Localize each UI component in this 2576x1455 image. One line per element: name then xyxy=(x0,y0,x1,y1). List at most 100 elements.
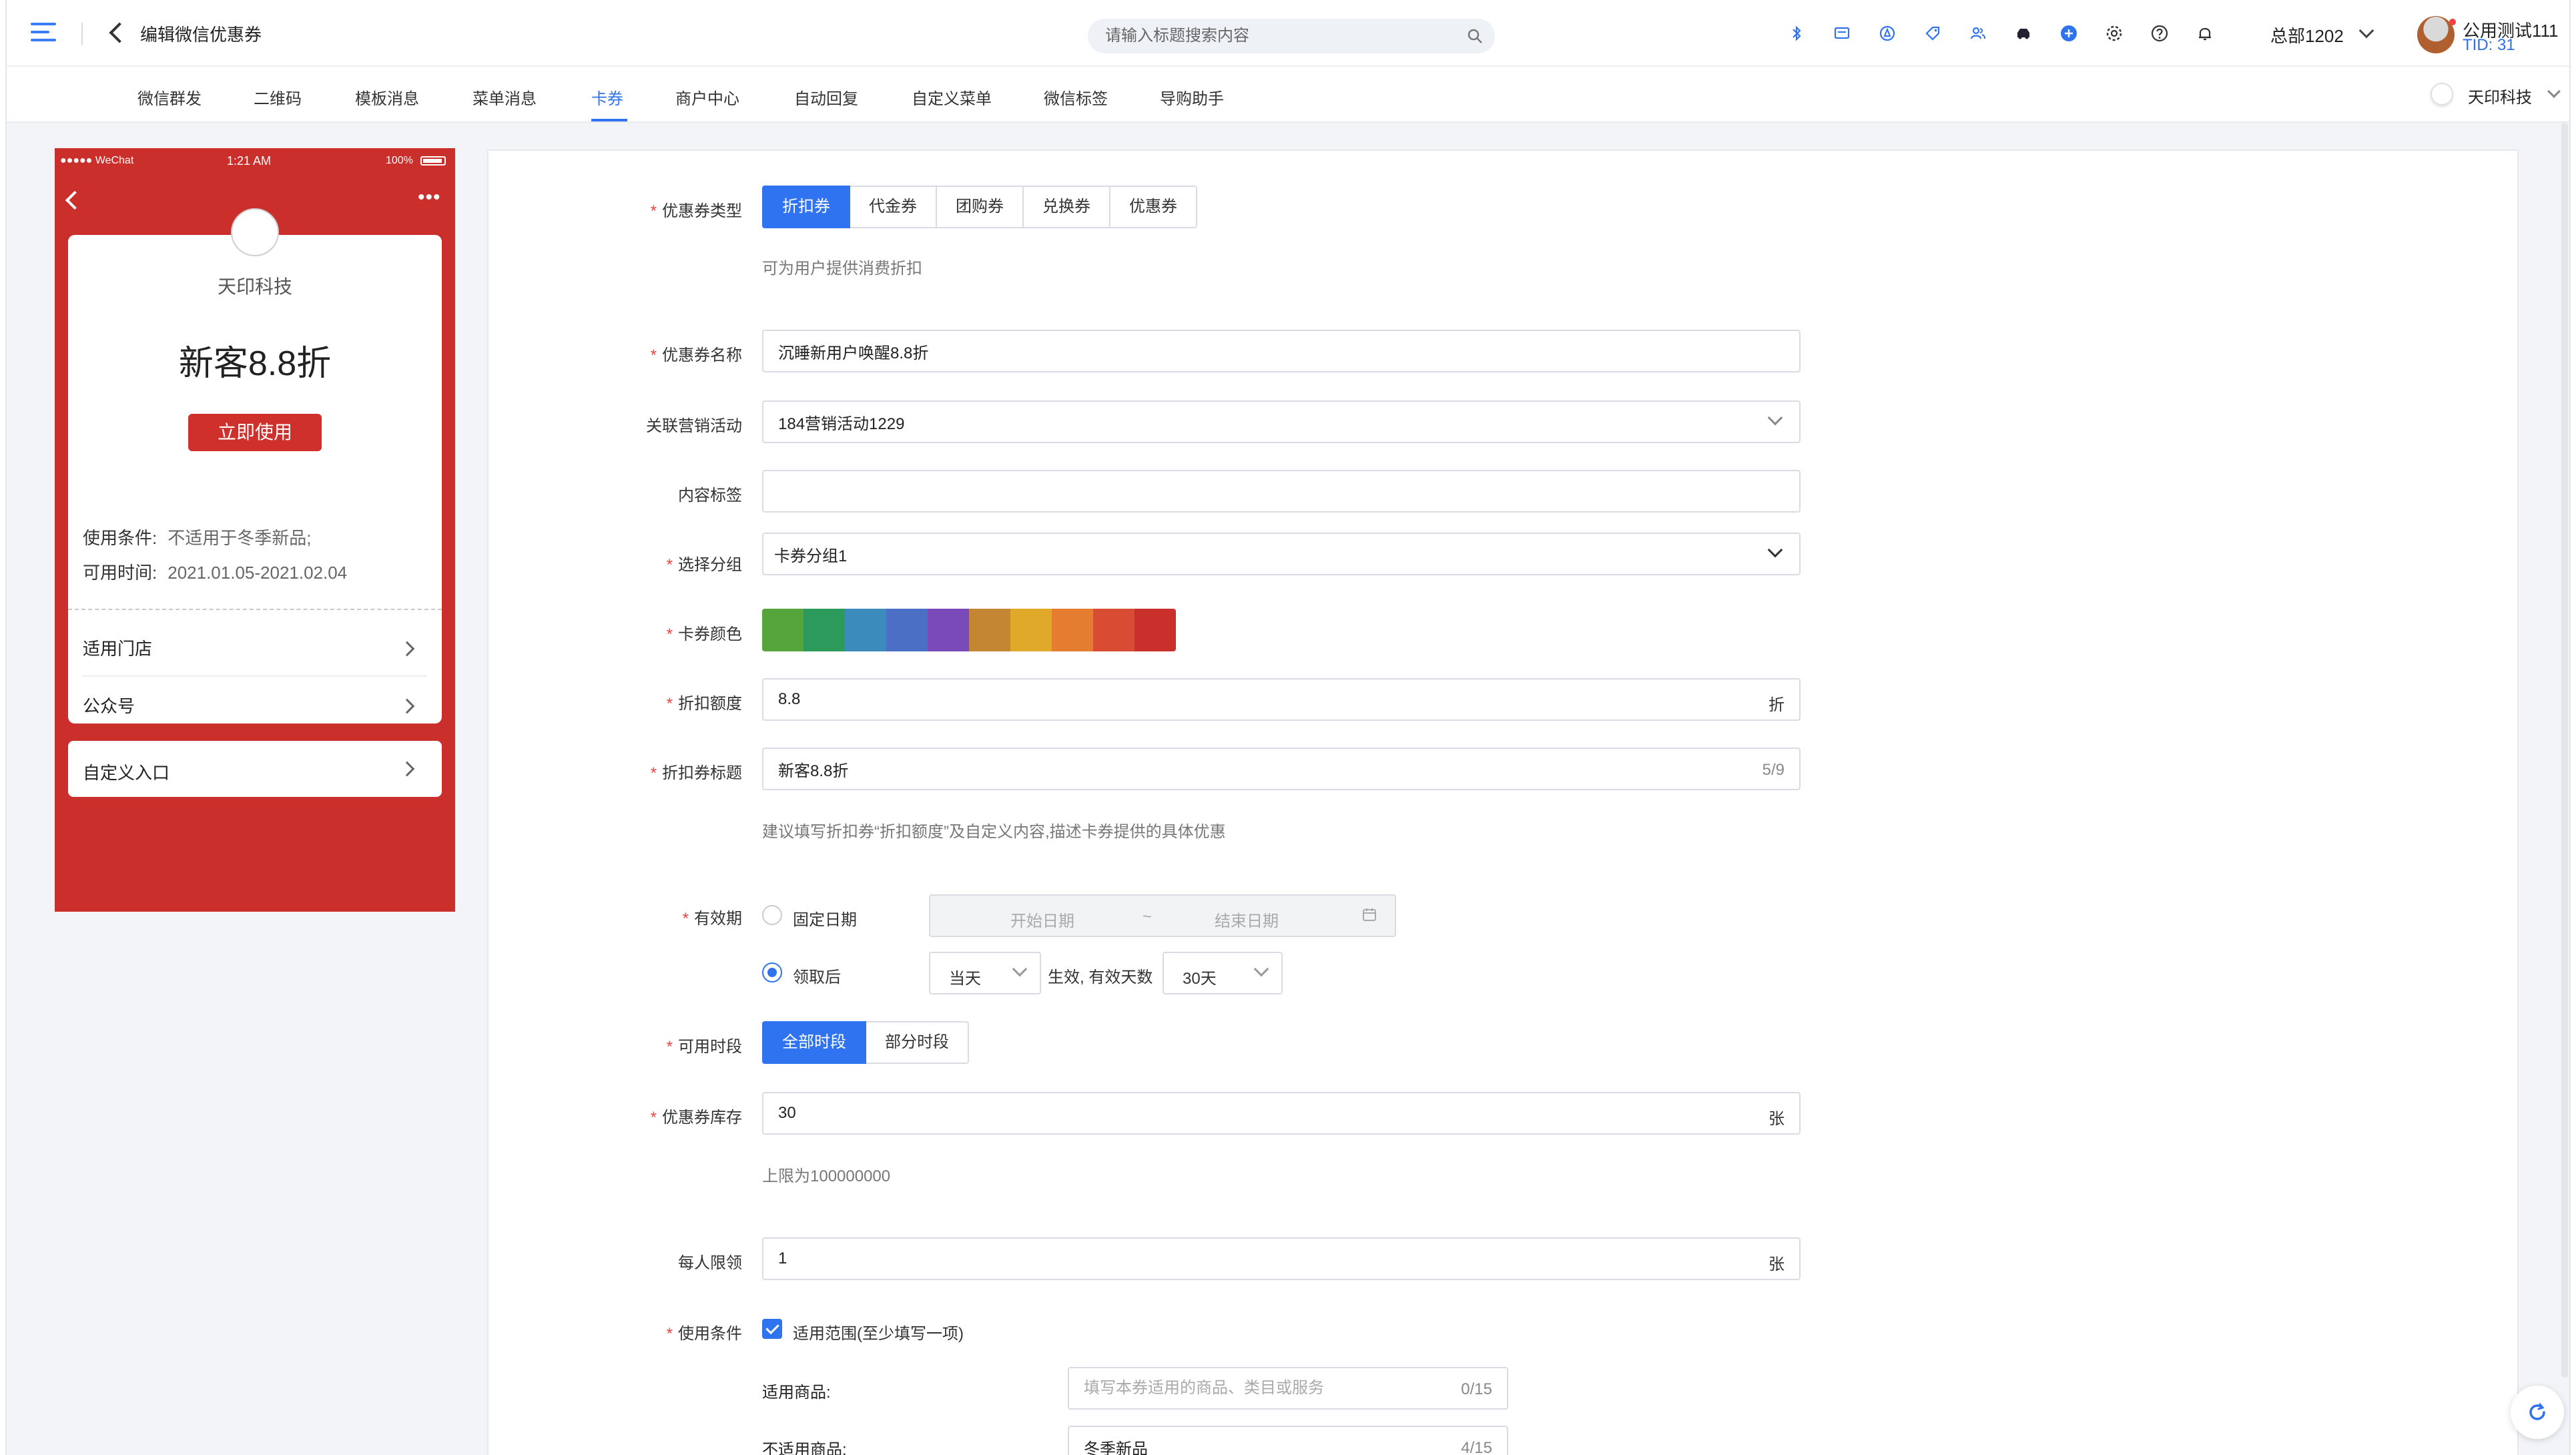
discount-title-field[interactable]: 5/9 xyxy=(762,748,1801,790)
refresh-icon[interactable] xyxy=(2525,1400,2549,1424)
coupon-name-input[interactable] xyxy=(778,339,1646,363)
car-icon[interactable] xyxy=(2014,24,2033,43)
color-swatch[interactable] xyxy=(1093,609,1135,651)
org-name[interactable]: 天印科技 xyxy=(2468,84,2532,107)
message-icon[interactable] xyxy=(1833,24,1851,43)
scope-checkbox-label[interactable]: 适用范围(至少填写一项) xyxy=(793,1320,964,1344)
search-input[interactable] xyxy=(1105,24,1439,48)
color-swatch[interactable] xyxy=(928,609,969,651)
after-receive-radio[interactable] xyxy=(762,962,782,982)
tab-all-periods[interactable]: 全部时段 xyxy=(762,1021,866,1064)
nav-item-template-msg[interactable]: 模板消息 xyxy=(355,85,419,109)
stock-field[interactable]: 张 xyxy=(762,1092,1801,1135)
coupon-preview: ●●●●● WeChat 1:21 AM 100% ••• 天印科技 新客8.8… xyxy=(55,148,455,912)
valid-days-value[interactable]: 30天 xyxy=(1183,965,1217,988)
scope-checkbox[interactable] xyxy=(762,1319,782,1339)
content-tag-input[interactable] xyxy=(778,479,1646,503)
content-tag-field[interactable] xyxy=(762,470,1801,513)
back-icon[interactable] xyxy=(109,22,130,43)
bell-icon[interactable] xyxy=(2196,24,2214,43)
chevron-down-icon[interactable] xyxy=(2358,23,2374,39)
fixed-date-radio[interactable] xyxy=(762,905,782,925)
discount-label: * 折扣额度 xyxy=(666,695,742,713)
campaign-label: 关联营销活动 xyxy=(646,417,742,435)
color-swatch[interactable] xyxy=(1052,609,1093,651)
usage-condition: 使用条件: 不适用于冬季新品; xyxy=(83,525,311,549)
per-person-field[interactable]: 张 xyxy=(762,1237,1801,1280)
org-toggle[interactable] xyxy=(2431,83,2453,105)
nav-item-cards[interactable]: 卡券 xyxy=(591,85,623,109)
nav-item-qrcode[interactable]: 二维码 xyxy=(254,85,302,109)
discount-input[interactable] xyxy=(778,687,1646,711)
chevron-down-icon[interactable] xyxy=(1012,961,1028,977)
help-icon[interactable] xyxy=(2150,24,2169,43)
search-icon[interactable] xyxy=(1467,28,1483,44)
tag-icon[interactable] xyxy=(1923,24,1942,43)
chevron-down-icon[interactable] xyxy=(1253,961,1269,977)
nav-item-guide-assistant[interactable]: 导购助手 xyxy=(1160,85,1224,109)
excluded-goods-input[interactable] xyxy=(1084,1435,1431,1455)
settings-icon[interactable] xyxy=(2105,24,2124,43)
start-day-value[interactable]: 当天 xyxy=(949,965,981,988)
page-title: 编辑微信优惠券 xyxy=(140,25,262,45)
start-day-select[interactable]: 当天 xyxy=(929,952,1041,994)
per-person-input[interactable] xyxy=(778,1247,1646,1271)
color-swatch[interactable] xyxy=(1135,609,1176,651)
users-icon[interactable] xyxy=(1969,24,1987,43)
color-swatch[interactable] xyxy=(886,609,928,651)
tab-discount[interactable]: 折扣券 xyxy=(762,186,850,228)
tab-general[interactable]: 优惠券 xyxy=(1109,186,1197,228)
group-value[interactable] xyxy=(774,542,1642,566)
excluded-goods-field[interactable]: 4/15 xyxy=(1068,1426,1508,1455)
compass-icon[interactable] xyxy=(1878,24,1897,43)
applicable-goods-field[interactable]: 0/15 xyxy=(1068,1367,1508,1410)
discount-title-input[interactable] xyxy=(778,757,1646,781)
fixed-date-label[interactable]: 固定日期 xyxy=(793,906,857,930)
chevron-down-icon[interactable] xyxy=(1767,410,1783,426)
nav-item-auto-reply[interactable]: 自动回复 xyxy=(794,85,858,109)
tab-partial-periods[interactable]: 部分时段 xyxy=(865,1021,969,1064)
support-button[interactable] xyxy=(2511,1386,2564,1439)
campaign-value[interactable] xyxy=(778,410,1646,434)
discount-suffix: 折 xyxy=(1768,696,1785,714)
valid-days-select[interactable]: 30天 xyxy=(1163,952,1283,994)
campaign-select[interactable] xyxy=(762,400,1801,443)
chevron-down-icon[interactable] xyxy=(2547,85,2561,98)
menu-icon[interactable] xyxy=(31,23,56,43)
plus-circle-icon[interactable] xyxy=(2059,24,2078,43)
calendar-icon[interactable] xyxy=(1361,906,1377,922)
nav-item-custom-menu[interactable]: 自定义菜单 xyxy=(912,85,992,109)
color-swatch[interactable] xyxy=(845,609,886,651)
color-swatch[interactable] xyxy=(1010,609,1052,651)
date-range-picker[interactable]: 开始日期 ~ 结束日期 xyxy=(929,894,1396,937)
group-select[interactable] xyxy=(762,533,1801,575)
chevron-down-icon[interactable] xyxy=(1767,542,1783,558)
nav-item-wechat-tags[interactable]: 微信标签 xyxy=(1044,85,1108,109)
tab-cash[interactable]: 代金券 xyxy=(849,186,937,228)
end-date[interactable]: 结束日期 xyxy=(1215,908,1279,931)
after-receive-label[interactable]: 领取后 xyxy=(793,964,841,987)
tab-group[interactable]: 团购券 xyxy=(936,186,1024,228)
applicable-goods-input[interactable] xyxy=(1084,1376,1431,1400)
nav-item-mass-send[interactable]: 微信群发 xyxy=(137,85,202,109)
bluetooth-icon[interactable] xyxy=(1787,24,1806,43)
branch-selector[interactable]: 总部1202 xyxy=(2270,23,2344,47)
discount-field[interactable]: 折 xyxy=(762,678,1801,721)
color-swatch[interactable] xyxy=(969,609,1010,651)
account-label: 公众号 xyxy=(83,696,135,716)
start-date[interactable]: 开始日期 xyxy=(1010,908,1074,931)
chevron-right-icon xyxy=(399,641,415,657)
nav-item-merchant[interactable]: 商户中心 xyxy=(675,85,739,109)
nav-item-menu-msg[interactable]: 菜单消息 xyxy=(472,85,537,109)
color-swatch[interactable] xyxy=(762,609,803,651)
tab-exchange[interactable]: 兑换券 xyxy=(1022,186,1110,228)
coupon-name-field[interactable] xyxy=(762,330,1801,372)
char-counter: 5/9 xyxy=(1762,761,1785,779)
color-palette xyxy=(762,609,1176,651)
search-box[interactable] xyxy=(1088,19,1495,53)
excluded-goods-label: 不适用商品: xyxy=(762,1441,847,1455)
brand-logo xyxy=(231,208,279,256)
stock-input[interactable] xyxy=(778,1101,1646,1125)
color-swatch[interactable] xyxy=(803,609,845,651)
scrollbar[interactable] xyxy=(2561,123,2568,1378)
